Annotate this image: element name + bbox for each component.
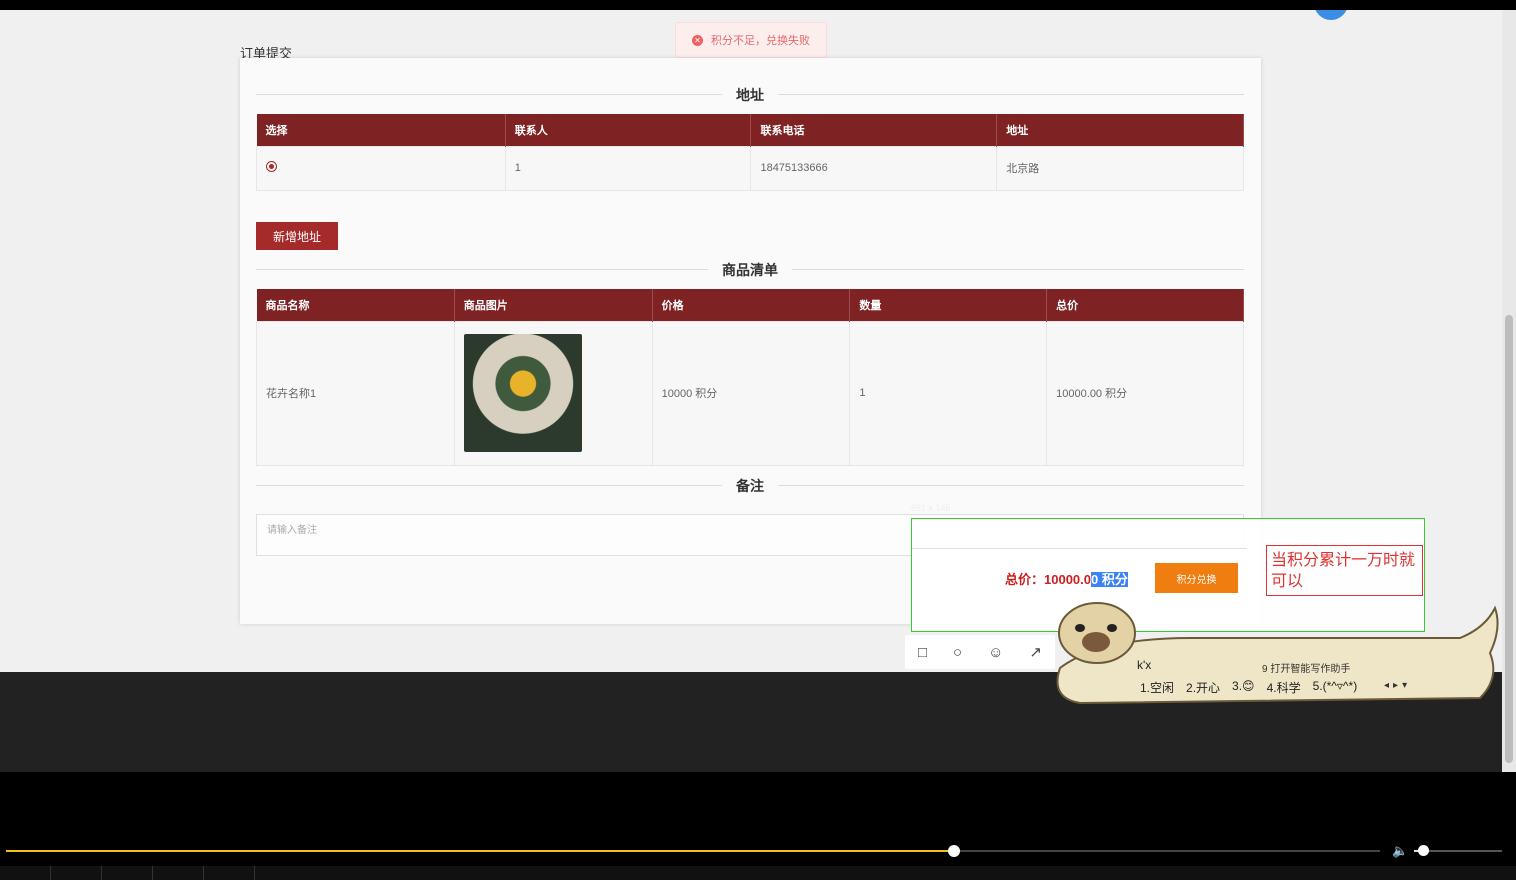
next-page-icon[interactable]: ▸ (1393, 680, 1398, 691)
address-table: 选择 联系人 联系电话 地址 1 18475133666 北京路 (256, 114, 1244, 191)
contact-cell: 1 (504, 145, 752, 191)
progress-fill (6, 850, 955, 852)
table-row: 1 18475133666 北京路 (256, 145, 1244, 191)
th-address: 地址 (996, 114, 1244, 146)
phone-cell: 18475133666 (750, 145, 998, 191)
circle-icon[interactable]: ○ (953, 644, 962, 661)
th-phone: 联系电话 (750, 114, 998, 146)
table-row: 花卉名称1 10000 积分 1 10000.00 积分 (256, 320, 1244, 466)
total-value: 10000.0 (1044, 572, 1092, 587)
prev-page-icon[interactable]: ◂ (1384, 680, 1389, 691)
image-cell (453, 320, 653, 466)
address-cell: 北京路 (996, 145, 1244, 191)
ime-candidate[interactable]: 3.😊 (1232, 679, 1255, 696)
emoji-icon[interactable]: ☺ (988, 644, 1003, 661)
error-icon: ✕ (692, 34, 703, 46)
goods-title: 商品清单 (708, 260, 792, 280)
th-image: 商品图片 (454, 289, 653, 321)
name-cell: 花卉名称1 (256, 320, 455, 466)
ime-candidate[interactable]: 2.开心 (1186, 679, 1220, 696)
rectangle-icon[interactable]: □ (918, 644, 927, 661)
flower-image (463, 334, 582, 452)
redeem-button[interactable]: 积分兑换 (1155, 563, 1238, 593)
capture-size-label: 651 x 145 (911, 503, 951, 513)
volume-knob[interactable] (1417, 845, 1429, 856)
qty-cell: 1 (849, 320, 1048, 466)
ime-composition: k'x (1137, 658, 1152, 672)
total-label: 总价： (1005, 572, 1045, 587)
ime-assistant-tip[interactable]: 9 打开智能写作助手 (1262, 660, 1350, 675)
address-title: 地址 (722, 85, 778, 105)
ime-nav: ◂ ▸ ▾ (1384, 680, 1407, 691)
ime-candidate[interactable]: 5.(*^▿^*) (1313, 679, 1358, 696)
progress-knob[interactable] (948, 845, 961, 857)
remark-textarea-edge (912, 519, 1247, 549)
player-controls-area (0, 772, 1516, 880)
expand-icon[interactable]: ▾ (1402, 680, 1407, 691)
address-radio[interactable] (266, 161, 277, 172)
th-total: 总价 (1046, 289, 1244, 321)
price-cell: 10000 积分 (651, 320, 851, 466)
total-cell: 10000.00 积分 (1046, 320, 1244, 466)
volume-slider[interactable] (1414, 845, 1502, 856)
error-toast: ✕ 积分不足，兑换失败 (675, 22, 827, 58)
progress-bar[interactable] (6, 845, 1380, 857)
goods-table: 商品名称 商品图片 价格 数量 总价 花卉名称1 10000 积分 1 1000… (256, 289, 1244, 466)
th-qty: 数量 (849, 289, 1048, 321)
annotation-note[interactable]: 当积分累计一万时就可以 (1266, 545, 1423, 596)
toast-text: 积分不足，兑换失败 (711, 35, 810, 47)
ime-candidates: 1.空闲 2.开心 3.😊 4.科学 5.(*^▿^*) (1140, 679, 1357, 696)
ime-candidate[interactable]: 1.空闲 (1140, 679, 1174, 696)
remark-title: 备注 (722, 476, 778, 496)
th-contact: 联系人 (505, 114, 752, 146)
top-bar (0, 0, 1516, 10)
th-name: 商品名称 (256, 289, 455, 321)
add-address-button[interactable]: 新增地址 (256, 222, 338, 250)
volume-icon[interactable]: 🔈 (1392, 843, 1408, 859)
select-cell (256, 145, 506, 191)
th-price: 价格 (652, 289, 851, 321)
ime-candidate[interactable]: 4.科学 (1267, 679, 1301, 696)
scrollbar-thumb[interactable] (1505, 315, 1513, 763)
avatar[interactable] (1314, 10, 1348, 20)
page-scrollbar[interactable] (1502, 10, 1516, 772)
total-price: 总价：10000.00 积分 (1005, 569, 1128, 588)
bottom-strip (0, 866, 1516, 880)
th-select: 选择 (256, 114, 506, 146)
capture-toolbar: □ ○ ☺ ↗ (905, 635, 1055, 669)
total-value-selected: 0 积分 (1091, 572, 1128, 587)
